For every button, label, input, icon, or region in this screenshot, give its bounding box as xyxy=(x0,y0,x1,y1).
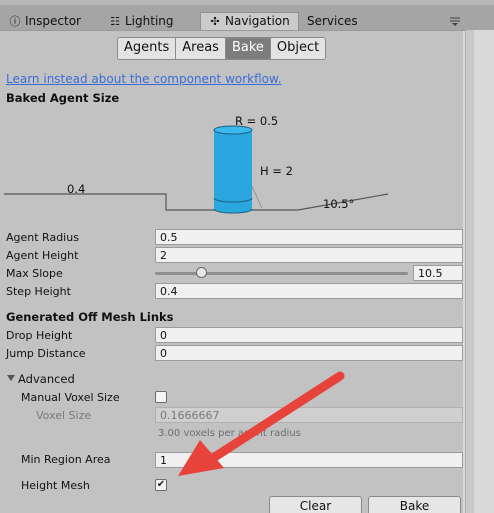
areas-mode-button[interactable]: Areas xyxy=(176,38,226,59)
manual-voxel-size-checkbox[interactable] xyxy=(155,391,167,403)
height-label: H = 2 xyxy=(260,164,293,178)
step-height-label-field: Step Height xyxy=(6,285,71,298)
slope-angle-label: 10.5° xyxy=(323,197,355,211)
agent-radius-label: Agent Radius xyxy=(6,231,79,244)
component-workflow-link[interactable]: Learn instead about the component workfl… xyxy=(6,72,282,86)
tab-menu-icon[interactable] xyxy=(449,16,461,26)
panel-top-border xyxy=(0,30,465,31)
max-slope-slider-thumb[interactable] xyxy=(196,267,207,278)
height-mesh-checkbox[interactable]: ✔ xyxy=(155,479,167,491)
bake-button[interactable]: Bake xyxy=(368,496,461,513)
tab-lighting[interactable]: ☷ Lighting xyxy=(109,12,173,30)
jump-distance-field[interactable] xyxy=(155,345,463,361)
min-region-area-label: Min Region Area xyxy=(21,453,111,466)
lighting-icon: ☷ xyxy=(110,14,120,28)
drop-height-field[interactable] xyxy=(155,327,463,343)
agent-height-field[interactable] xyxy=(155,247,463,263)
drop-height-label: Drop Height xyxy=(6,329,73,342)
jump-distance-label: Jump Distance xyxy=(6,347,86,360)
max-slope-label: Max Slope xyxy=(6,267,63,280)
tab-navigation[interactable]: ✣ Navigation xyxy=(200,12,299,30)
advanced-foldout-icon[interactable] xyxy=(7,375,15,381)
baked-agent-size-header: Baked Agent Size xyxy=(6,91,120,105)
agent-size-diagram xyxy=(4,125,389,214)
annotation-arrow xyxy=(178,371,345,476)
agent-height-label: Agent Height xyxy=(6,249,79,262)
agent-cylinder-bottom xyxy=(213,208,253,214)
annotation-arrow-shaft xyxy=(205,371,345,465)
bake-mode-button[interactable]: Bake xyxy=(225,38,271,59)
advanced-foldout-label[interactable]: Advanced xyxy=(18,372,75,386)
scrollbar[interactable] xyxy=(465,30,474,513)
tab-services[interactable]: Services xyxy=(307,12,358,30)
agents-mode-button[interactable]: Agents xyxy=(118,38,177,59)
step-height-field[interactable] xyxy=(155,283,463,299)
info-icon: ⓘ xyxy=(9,14,21,28)
step-height-label: 0.4 xyxy=(67,182,86,196)
agent-cylinder-body xyxy=(214,130,252,209)
height-mesh-label: Height Mesh xyxy=(21,479,90,492)
agent-radius-field[interactable] xyxy=(155,229,463,245)
offmesh-links-header: Generated Off Mesh Links xyxy=(6,310,174,324)
clear-button[interactable]: Clear xyxy=(269,496,362,513)
max-slope-field[interactable] xyxy=(413,265,463,281)
max-slope-slider-track[interactable] xyxy=(155,272,408,275)
radius-label: R = 0.5 xyxy=(235,114,279,128)
object-mode-button[interactable]: Object xyxy=(270,38,326,59)
voxel-size-label: Voxel Size xyxy=(36,409,92,422)
manual-voxel-size-label: Manual Voxel Size xyxy=(21,391,120,404)
tab-strip-topline xyxy=(0,0,494,5)
mode-toolbar: Agents Areas Bake Object xyxy=(117,37,327,60)
navigation-icon: ✣ xyxy=(210,15,220,28)
tab-inspector[interactable]: ⓘ Inspector xyxy=(9,12,81,30)
